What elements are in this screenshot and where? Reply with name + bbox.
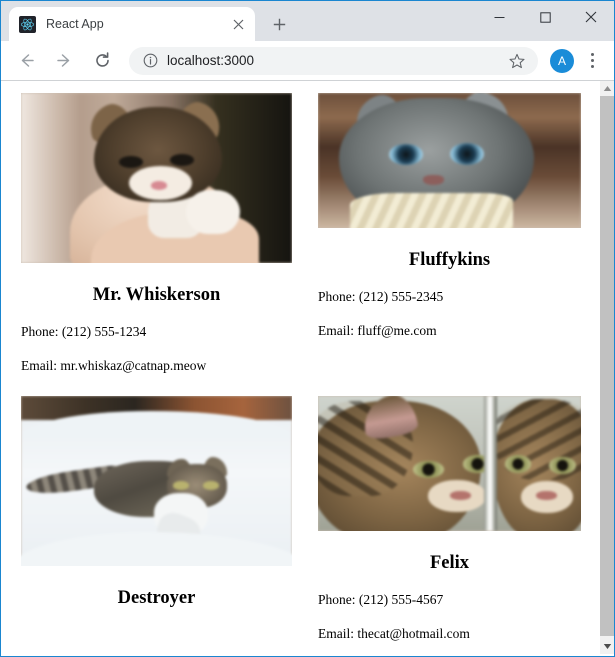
tab-strip: React App: [1, 1, 614, 41]
info-circle-icon[interactable]: [141, 52, 159, 70]
profile-avatar[interactable]: A: [550, 48, 574, 73]
window-controls: [476, 1, 614, 33]
cat-email: Email: fluff@me.com: [318, 323, 437, 338]
cat-photo-art: [21, 396, 292, 566]
cat-photo-destroyer: [21, 396, 292, 566]
cat-name: Destroyer: [117, 588, 196, 608]
cat-photo-mr-whiskerson: [21, 93, 292, 263]
cat-email: Email: thecat@hotmail.com: [318, 626, 470, 641]
cat-phone: Phone: (212) 555-1234: [21, 324, 147, 339]
scroll-up-arrow-icon[interactable]: [600, 81, 614, 96]
cat-card: Mr. Whiskerson Phone: (212) 555-1234 Ema…: [1, 93, 300, 374]
tab-react-app[interactable]: React App: [9, 7, 255, 41]
cat-name: Fluffykins: [408, 250, 491, 270]
cat-photo-art: [318, 93, 581, 228]
cat-photo-fluffykins: [318, 93, 581, 228]
page-viewport: Mr. Whiskerson Phone: (212) 555-1234 Ema…: [1, 81, 614, 654]
cat-photo-art: [21, 93, 292, 263]
cat-phone: Phone: (212) 555-2345: [318, 289, 444, 304]
minimize-button[interactable]: [476, 1, 522, 33]
cat-name: Felix: [429, 553, 470, 573]
close-button[interactable]: [568, 1, 614, 33]
forward-button[interactable]: [49, 46, 79, 76]
new-tab-button[interactable]: [265, 10, 293, 38]
tab-close-icon[interactable]: [229, 15, 247, 33]
tab-title: React App: [46, 17, 104, 31]
back-button[interactable]: [11, 46, 41, 76]
cat-card: Destroyer: [1, 396, 300, 642]
browser-toolbar: localhost:3000 A: [1, 41, 614, 81]
more-vertical-icon[interactable]: [580, 48, 604, 74]
cat-card: Fluffykins Phone: (212) 555-2345 Email: …: [300, 93, 599, 374]
page-content: Mr. Whiskerson Phone: (212) 555-1234 Ema…: [1, 81, 599, 654]
address-bar[interactable]: localhost:3000: [129, 46, 538, 75]
cat-name: Mr. Whiskerson: [92, 285, 221, 305]
bookmark-star-icon[interactable]: [506, 50, 528, 72]
scrollbar-thumb[interactable]: [600, 96, 614, 636]
maximize-button[interactable]: [522, 1, 568, 33]
cat-card-grid: Mr. Whiskerson Phone: (212) 555-1234 Ema…: [1, 81, 599, 654]
cat-email: Email: mr.whiskaz@catnap.meow: [21, 358, 207, 373]
cat-card: Felix Phone: (212) 555-4567 Email: theca…: [300, 396, 599, 642]
page-scrollbar[interactable]: [599, 81, 614, 654]
cat-photo-felix: [318, 396, 581, 531]
reload-button[interactable]: [87, 46, 117, 76]
browser-window: React App localhost:3000 A Mr. Whiskerso…: [0, 0, 615, 657]
scroll-down-arrow-icon[interactable]: [600, 639, 614, 654]
react-logo-icon: [19, 15, 36, 33]
url-text: localhost:3000: [167, 53, 255, 68]
cat-phone: Phone: (212) 555-4567: [318, 592, 444, 607]
cat-photo-art: [318, 396, 581, 531]
